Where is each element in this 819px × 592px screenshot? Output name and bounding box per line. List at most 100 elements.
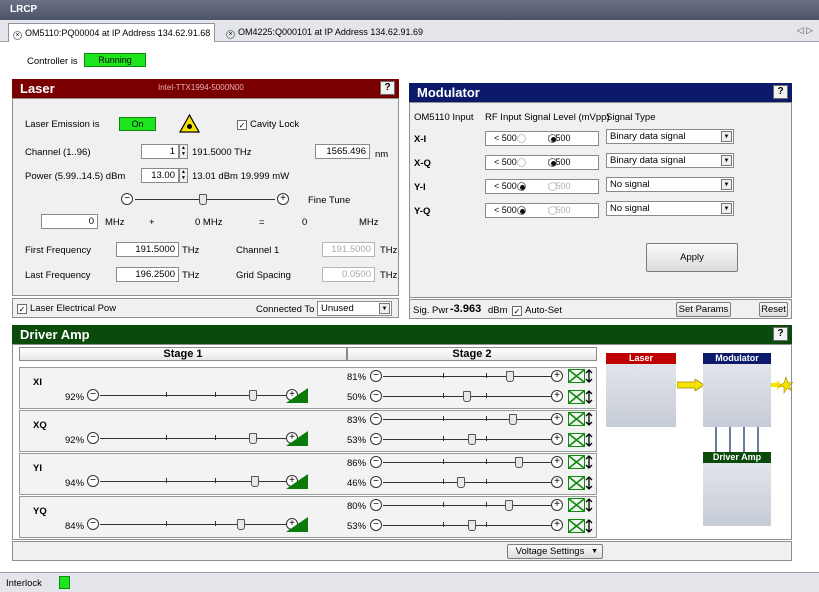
stage2b-slider[interactable] <box>457 477 465 488</box>
stage2b-plus-button[interactable]: + <box>551 433 563 445</box>
stage1-percent: 92% <box>65 435 85 446</box>
laser-panel: Laser Emission is On ✓ Cavity Lock Channe… <box>12 98 399 296</box>
bias-switch-icon[interactable] <box>568 455 596 469</box>
stage2b-minus-button[interactable]: − <box>370 433 382 445</box>
stage2b-slider[interactable] <box>468 434 476 445</box>
stage1-slider[interactable] <box>237 519 245 530</box>
stage2a-slider[interactable] <box>509 414 517 425</box>
driver-amp-help-button[interactable]: ? <box>773 327 788 341</box>
bias-switch-icon[interactable] <box>568 519 596 533</box>
fine-tune-plus-button[interactable]: + <box>277 193 289 205</box>
bias-switch-icon[interactable] <box>568 433 596 447</box>
close-tab-icon[interactable]: × <box>13 31 22 40</box>
channel-spinner[interactable]: ▲ ▼ <box>179 144 188 159</box>
first-frequency-input[interactable]: 191.5000 <box>116 242 179 257</box>
bias-switch-icon[interactable] <box>568 390 596 404</box>
stage2b-minus-button[interactable]: − <box>370 476 382 488</box>
stage2b-plus-button[interactable]: + <box>551 476 563 488</box>
signal-type-select[interactable]: No signal ▼ <box>606 177 734 192</box>
signal-type-select[interactable]: Binary data signal ▼ <box>606 129 734 144</box>
tab-label: OM5110:PQ00004 at IP Address 134.62.91.6… <box>25 28 211 38</box>
stage2a-minus-button[interactable]: − <box>370 499 382 511</box>
channel-input[interactable]: 1 <box>141 144 179 159</box>
stage2a-minus-button[interactable]: − <box>370 413 382 425</box>
laser-emission-led[interactable]: On <box>119 117 156 131</box>
stage2a-plus-button[interactable]: + <box>551 456 563 468</box>
stage2a-slider[interactable] <box>506 371 514 382</box>
stage2b-slider[interactable] <box>463 391 471 402</box>
stage2a-plus-button[interactable]: + <box>551 370 563 382</box>
col-header-signal-type: Signal Type <box>606 112 656 123</box>
tab-om5110[interactable]: × OM5110:PQ00004 at IP Address 134.62.91.… <box>8 23 216 42</box>
stage1-slider[interactable] <box>249 390 257 401</box>
stage2b-minus-button[interactable]: − <box>370 390 382 402</box>
fine-tune-minus-button[interactable]: − <box>121 193 133 205</box>
stage2a-plus-button[interactable]: + <box>551 499 563 511</box>
stage2a-minus-button[interactable]: − <box>370 456 382 468</box>
slider-tick <box>166 478 167 483</box>
col-header-input: OM5110 Input <box>414 112 474 123</box>
rf-lt-500-option[interactable]: < 500 <box>494 205 526 215</box>
stage2b-percent: 53% <box>347 521 367 532</box>
rf-lt-500-option[interactable]: < 500 <box>494 181 526 191</box>
stage2a-minus-button[interactable]: − <box>370 370 382 382</box>
stage2b-plus-button[interactable]: + <box>551 390 563 402</box>
stage1-minus-button[interactable]: − <box>87 475 99 487</box>
apply-button[interactable]: Apply <box>646 243 738 272</box>
signal-type-value: No signal <box>610 179 650 190</box>
stage1-slider[interactable] <box>249 433 257 444</box>
power-spinner[interactable]: ▲ ▼ <box>179 168 188 183</box>
stage2b-track <box>383 525 551 526</box>
fine-tune-slider[interactable] <box>199 194 207 205</box>
stage1-minus-button[interactable]: − <box>87 389 99 401</box>
stage2a-slider[interactable] <box>505 500 513 511</box>
connected-to-label: Connected To <box>256 304 315 315</box>
tab-om4225[interactable]: × OM4225:Q000101 at IP Address 134.62.91.… <box>222 23 427 42</box>
stage2b-minus-button[interactable]: − <box>370 519 382 531</box>
auto-set-checkbox[interactable]: ✓ Auto-Set <box>512 305 562 316</box>
stage1-slider[interactable] <box>251 476 259 487</box>
rf-lt-500-option[interactable]: < 500 <box>494 157 526 167</box>
cavity-lock-checkbox[interactable]: ✓ Cavity Lock <box>237 119 299 130</box>
laser-electrical-power-checkbox[interactable]: ✓ Laser Electrical Pow <box>17 303 116 314</box>
set-params-button[interactable]: Set Params <box>676 302 731 317</box>
voltage-settings-button[interactable]: Voltage Settings ▼ <box>507 544 603 559</box>
radio-icon <box>516 206 526 215</box>
dropdown-icon: ▼ <box>591 548 598 555</box>
stage2b-percent: 46% <box>347 478 367 489</box>
stage2b-slider[interactable] <box>468 520 476 531</box>
rf-ge-500-option[interactable]: ≥ 500 <box>548 181 570 191</box>
last-frequency-input[interactable]: 196.2500 <box>116 267 179 282</box>
rf-lt-500-option[interactable]: < 500 <box>494 133 526 143</box>
tab-scroll-arrows[interactable]: ◁ ▷ <box>797 25 813 36</box>
reset-button[interactable]: Reset <box>759 302 788 317</box>
slider-tick <box>486 393 487 398</box>
modulator-help-button[interactable]: ? <box>773 85 788 99</box>
bias-switch-icon[interactable] <box>568 498 596 512</box>
close-tab-icon[interactable]: × <box>226 30 235 39</box>
bias-switch-icon[interactable] <box>568 412 596 426</box>
rf-ge-500-option[interactable]: ≥ 500 <box>548 133 570 143</box>
bias-switch-icon[interactable] <box>568 369 596 383</box>
rf-ge-500-option[interactable]: ≥ 500 <box>548 205 570 215</box>
rf-ge-500-option[interactable]: ≥ 500 <box>548 157 570 167</box>
stage2b-plus-button[interactable]: + <box>551 519 563 531</box>
fine-tune-input[interactable]: 0 <box>41 214 98 229</box>
signal-type-select[interactable]: No signal ▼ <box>606 201 734 216</box>
cavity-lock-label: Cavity Lock <box>250 119 300 130</box>
diagram-driver-amp-block <box>703 452 771 526</box>
stage1-minus-button[interactable]: − <box>87 432 99 444</box>
modulator-footer: Sig. Pwr -3.963 dBm ✓ Auto-Set Set Params… <box>409 299 792 319</box>
stage1-minus-button[interactable]: − <box>87 518 99 530</box>
signal-type-select[interactable]: Binary data signal ▼ <box>606 153 734 168</box>
slider-tick <box>443 393 444 398</box>
stage2a-plus-button[interactable]: + <box>551 413 563 425</box>
power-input[interactable]: 13.00 <box>141 168 179 183</box>
signal-type-value: Binary data signal <box>610 155 686 166</box>
laser-panel-header: Laser Intel-TTX1994-5000N00 ? <box>12 79 399 98</box>
connected-to-select[interactable]: Unused ▼ <box>317 301 392 316</box>
stage2a-slider[interactable] <box>515 457 523 468</box>
laser-help-button[interactable]: ? <box>380 81 395 95</box>
bias-switch-icon[interactable] <box>568 476 596 490</box>
wavelength-input[interactable]: 1565.496 <box>315 144 370 159</box>
